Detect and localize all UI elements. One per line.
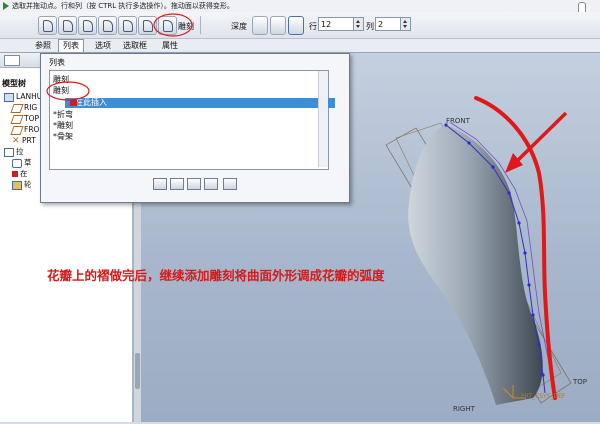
tree-item-label: 草 [24,158,32,167]
hint-arrow-icon [3,2,9,10]
sculpt-highlight-ellipse [153,13,193,37]
select-icon [43,20,53,32]
twist-tool-button[interactable] [98,16,117,35]
depth-front-button[interactable] [252,16,268,35]
csys-icon: ✕ [12,135,20,146]
bend-icon [83,20,93,32]
tab-marquee[interactable]: 选取框 [118,39,152,52]
warp-icon [123,20,133,32]
col-count-input[interactable]: 2 [375,17,411,31]
row-count-value: 12 [321,20,332,29]
datum-plane-icon [10,103,24,113]
col-count-value: 2 [378,20,384,29]
tab-options[interactable]: 选项 [90,39,116,52]
tree-item-front[interactable]: FRO [10,124,40,135]
row-label: 行 [309,22,317,31]
tree-item-extrude[interactable]: 拉 [4,146,24,157]
stretch-icon [63,20,73,32]
insert-arrow-icon [12,171,18,177]
dashboard-toolbar: 雕刻 深度 行 12 列 2 [0,12,600,39]
extrude-icon [4,147,14,157]
move-first-button[interactable] [153,178,167,190]
tree-item-label: TOP [24,114,40,123]
splitter-grip[interactable] [135,353,140,389]
feature-listbox[interactable]: 雕刻 雕刻 在此插入 *折弯 *雕刻 *骨架 [46,70,335,170]
tree-item-sketch[interactable]: 草 [12,157,32,168]
list-item-selected[interactable]: 在此插入 [65,98,335,108]
toolbar-separator [200,16,201,34]
tree-item-csys[interactable]: ✕ PRT [12,135,36,146]
front-plane-label: FRONT [446,117,470,125]
move-next-button[interactable] [187,178,201,190]
depth-back-button[interactable] [270,16,286,35]
annotation-arrow [511,111,568,167]
row-spin-arrows[interactable] [353,18,363,30]
tab-references[interactable]: 参照 [30,39,56,52]
twist-icon [103,20,113,32]
part-icon [4,92,14,102]
col-label: 列 [366,22,374,31]
hint-text: 选取并拖动点。行和列（按 CTRL 执行多选操作）。拖动面以获得变形。 [12,2,234,10]
listbox-scrollbar[interactable] [318,71,328,167]
sketch-icon [12,158,22,168]
move-prev-button[interactable] [170,178,184,190]
depth-through-button[interactable] [288,16,304,35]
col-spin-arrows[interactable] [400,18,410,30]
select-tool-button[interactable] [38,16,57,35]
list-item[interactable]: *雕刻 [53,121,73,131]
move-last-button[interactable] [204,178,218,190]
list-item[interactable]: *折弯 [53,110,73,120]
right-plane-label: RIGHT [453,405,475,413]
warp-feature-icon [12,180,22,190]
list-panel-title: 列表 [49,58,65,67]
bend-tool-button[interactable] [78,16,97,35]
petal-surface[interactable] [408,125,543,405]
highlight-ellipse [46,81,90,101]
tree-item-label: 在 [20,169,28,178]
tree-tab-button[interactable] [4,55,20,66]
csys-label: PRT_CSYS_DEF [521,393,566,400]
tree-item-label: 拉 [16,147,24,156]
tab-properties[interactable]: 属性 [157,39,183,52]
tree-item-label: 轮 [24,180,32,189]
list-slideup-panel: 列表 雕刻 雕刻 在此插入 *折弯 *雕刻 *骨架 [40,53,350,203]
warp-tool-button[interactable] [118,16,137,35]
remove-button[interactable] [223,178,237,190]
tree-item-top[interactable]: TOP [10,113,40,124]
depth-label: 深度 [231,22,247,31]
tree-item-insert-here[interactable]: 在 [12,168,28,179]
row-count-input[interactable]: 12 [318,17,364,31]
top-plane-label: TOP [573,378,588,386]
tree-item-label: RIG [24,103,38,112]
datum-plane-icon [10,114,24,124]
datum-plane-icon [10,125,24,135]
annotation-caption: 花瓣上的褶做完后，继续添加雕刻将曲面外形调成花瓣的弧度 [47,268,385,283]
tree-item-label: FRO [24,125,40,134]
tree-item-warp[interactable]: 轮 [12,179,32,190]
tab-list[interactable]: 列表 [58,39,84,52]
tab-strip: 参照 列表 选项 选取框 属性 [0,39,600,53]
tree-item-label: PRT [22,136,36,145]
tree-item-right[interactable]: RIG [10,102,38,113]
stretch-tool-button[interactable] [58,16,77,35]
list-item[interactable]: *骨架 [53,132,73,142]
